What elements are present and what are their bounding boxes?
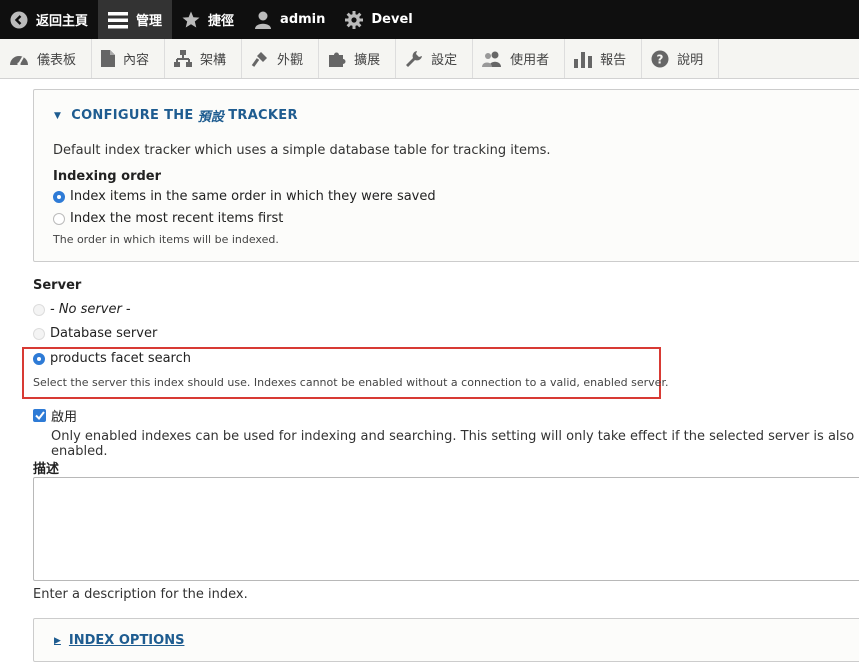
puzzle-icon — [329, 52, 346, 67]
description-help: Enter a description for the index. — [33, 587, 248, 602]
radio-button[interactable] — [33, 303, 45, 316]
tracker-summary-suffix: TRACKER — [228, 108, 298, 123]
tracker-description: Default index tracker which uses a simpl… — [53, 143, 551, 158]
toolbar-user-label: admin — [280, 12, 326, 27]
tray-item-help[interactable]: ? 說明 — [642, 39, 720, 78]
indexing-order-option-label: Index the most recent items first — [70, 211, 284, 226]
file-icon — [101, 50, 116, 67]
tracker-fieldset: ▼ CONFIGURE THE 預設 TRACKER Default index… — [33, 89, 859, 262]
server-label: Server — [33, 278, 82, 293]
dashboard-icon — [10, 55, 28, 66]
star-icon — [182, 11, 200, 27]
indexing-order-label: Indexing order — [53, 169, 162, 184]
radio-button[interactable] — [33, 327, 45, 340]
admin-toolbar: 返回主頁 管理 捷徑 admin Devel — [0, 0, 859, 39]
enabled-checkbox-row[interactable]: 啟用 — [33, 406, 77, 425]
tray-item-structure[interactable]: 架構 — [165, 39, 243, 78]
structure-icon — [174, 50, 193, 67]
index-options-label: INDEX OPTIONS — [68, 633, 185, 648]
tray-item-reports-label: 報告 — [600, 53, 627, 68]
user-icon — [255, 11, 272, 29]
help-icon: ? — [651, 50, 669, 67]
hamburger-menu-icon — [108, 11, 129, 28]
toolbar-back-label: 返回主頁 — [36, 14, 89, 29]
tray-item-content-label: 內容 — [123, 53, 150, 68]
back-circle-icon — [10, 11, 28, 28]
tracker-summary-em: 預設 — [197, 110, 225, 125]
tray-item-dashboard-label: 儀表板 — [37, 53, 77, 68]
indexing-order-help: The order in which items will be indexed… — [53, 233, 279, 246]
tray-item-people-label: 使用者 — [510, 53, 550, 68]
enabled-label: 啟用 — [51, 410, 78, 425]
people-icon — [482, 51, 502, 67]
tray-item-reports[interactable]: 報告 — [565, 39, 643, 78]
toolbar-manage[interactable]: 管理 — [98, 0, 173, 39]
indexing-order-option-label: Index items in the same order in which t… — [70, 189, 436, 204]
toolbar-shortcuts[interactable]: 捷徑 — [172, 0, 244, 39]
triangle-down-icon: ▼ — [54, 110, 62, 121]
main-content: ▼ CONFIGURE THE 預設 TRACKER Default index… — [0, 79, 859, 663]
index-options-toggle[interactable]: ▶ INDEX OPTIONS — [54, 633, 184, 648]
server-option-none[interactable]: - No server - — [33, 302, 131, 317]
tray-item-extend[interactable]: 擴展 — [319, 39, 397, 78]
tray-item-structure-label: 架構 — [200, 53, 227, 68]
server-option-label: Database server — [50, 326, 158, 341]
svg-text:?: ? — [657, 52, 664, 66]
tracker-summary-toggle[interactable]: ▼ CONFIGURE THE 預設 TRACKER — [54, 106, 298, 125]
radio-button[interactable] — [53, 190, 65, 203]
server-option-label: products facet search — [50, 351, 192, 366]
enabled-checkbox[interactable] — [33, 409, 46, 422]
indexing-order-option-saved[interactable]: Index items in the same order in which t… — [53, 189, 436, 204]
radio-button[interactable] — [33, 352, 45, 365]
tracker-summary-prefix: CONFIGURE THE — [71, 108, 194, 123]
description-label: 描述 — [33, 462, 60, 477]
tray-item-content[interactable]: 內容 — [92, 39, 166, 78]
paintbrush-icon — [251, 51, 268, 67]
toolbar-devel[interactable]: Devel — [335, 0, 422, 39]
server-help: Select the server this index should use.… — [33, 376, 669, 389]
bar-chart-icon — [574, 51, 593, 68]
checkmark-icon — [34, 411, 45, 420]
wrench-icon — [406, 50, 423, 67]
tray-item-help-label: 說明 — [677, 53, 704, 68]
toolbar-devel-label: Devel — [371, 12, 413, 27]
radio-button[interactable] — [53, 212, 65, 225]
indexing-order-option-recent[interactable]: Index the most recent items first — [53, 211, 283, 226]
gear-icon — [345, 10, 364, 29]
admin-tray: 儀表板 內容 架構 外觀 擴展 設定 使用者 報告 ? 說明 — [0, 39, 859, 79]
toolbar-back-to-site[interactable]: 返回主頁 — [0, 0, 98, 39]
tray-item-configuration-label: 設定 — [431, 53, 458, 68]
triangle-right-icon: ▶ — [54, 635, 61, 646]
index-options-fieldset: ▶ INDEX OPTIONS — [33, 618, 859, 662]
toolbar-shortcuts-label: 捷徑 — [208, 14, 235, 29]
description-textarea[interactable] — [33, 477, 859, 581]
tray-item-extend-label: 擴展 — [354, 53, 381, 68]
toolbar-user[interactable]: admin — [244, 0, 335, 39]
toolbar-manage-label: 管理 — [136, 14, 163, 29]
tray-item-appearance[interactable]: 外觀 — [242, 39, 320, 78]
enabled-help: Only enabled indexes can be used for ind… — [51, 429, 855, 459]
tray-item-dashboard[interactable]: 儀表板 — [0, 39, 93, 78]
tray-item-people[interactable]: 使用者 — [473, 39, 566, 78]
tray-item-appearance-label: 外觀 — [277, 53, 304, 68]
server-option-products-facet-search[interactable]: products facet search — [33, 351, 191, 366]
server-option-label: - No server - — [50, 302, 131, 317]
server-option-database[interactable]: Database server — [33, 326, 157, 341]
tray-item-configuration[interactable]: 設定 — [396, 39, 474, 78]
